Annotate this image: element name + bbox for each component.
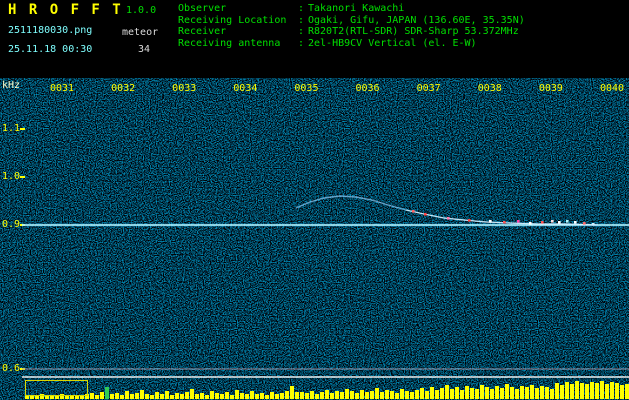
datetime-label: 25.11.18 00:30 — [8, 44, 93, 55]
time-tick-label: 0038 — [477, 83, 502, 94]
time-tick-label: 0039 — [538, 83, 563, 94]
app-title: H R O F F T — [8, 2, 123, 18]
freq-unit-label: kHz — [2, 80, 21, 91]
spectrogram-noise-texture — [0, 78, 629, 400]
time-tick-label: 0040 — [599, 83, 625, 94]
info-label: Observer — [178, 3, 227, 14]
time-tick-label: 0032 — [111, 83, 136, 94]
spectrogram: kHz 0031 0032 0033 0034 0035 0036 0037 0… — [0, 78, 629, 400]
time-tick-label: 0036 — [355, 83, 380, 94]
time-tick-label: 0037 — [416, 83, 441, 94]
info-value: 2el-HB9CV Vertical (el. E-W) — [308, 37, 477, 49]
info-value: Ogaki, Gifu, JAPAN (136.60E, 35.35N) — [308, 14, 525, 26]
info-row-antenna: Receiving antenna:2el-HB9CV Vertical (el… — [178, 38, 525, 50]
info-separator: : — [298, 14, 305, 26]
time-tick-label: 0035 — [294, 83, 319, 94]
header: H R O F F T 1.0.0 2511180030.png meteor … — [0, 0, 629, 78]
time-tick-label: 0033 — [172, 83, 197, 94]
time-axis: 0031 0032 0033 0034 0035 0036 0037 0038 … — [48, 83, 626, 94]
level-box — [25, 380, 88, 396]
freq-tick-label: 1.0 — [2, 171, 21, 182]
app-version: 1.0.0 — [126, 5, 157, 16]
freq-tick-label: 0.9 — [2, 219, 21, 230]
info-value: Takanori Kawachi — [308, 3, 405, 14]
info-label: Receiver — [178, 26, 227, 37]
time-tick-label: 0031 — [49, 83, 75, 94]
info-separator: : — [298, 26, 305, 37]
info-row-receiver: Receiver: R820T2(RTL-SDR) SDR-Sharp 53.37… — [178, 26, 525, 38]
mode-label: meteor — [122, 27, 159, 38]
info-separator: : — [298, 3, 305, 14]
info-value: R820T2(RTL-SDR) SDR-Sharp 53.372MHz — [308, 26, 519, 37]
info-row-observer: Observer: Takanori Kawachi — [178, 3, 525, 15]
freq-tick-label: 1.1 — [2, 123, 21, 134]
info-label: Receiving Location — [178, 14, 287, 26]
output-filename: 2511180030.png — [8, 25, 93, 36]
station-info: Observer: Takanori Kawachi Receiving Loca… — [178, 3, 525, 49]
time-tick-label: 0034 — [233, 83, 258, 94]
info-label: Receiving antenna — [178, 37, 281, 49]
freq-tick-label: 0.6 — [2, 363, 21, 374]
info-separator: : — [298, 37, 305, 49]
echo-count: 34 — [138, 44, 151, 55]
hrofft-output-image: H R O F F T 1.0.0 2511180030.png meteor … — [0, 0, 629, 400]
info-row-location: Receiving Location: Ogaki, Gifu, JAPAN (1… — [178, 15, 525, 27]
